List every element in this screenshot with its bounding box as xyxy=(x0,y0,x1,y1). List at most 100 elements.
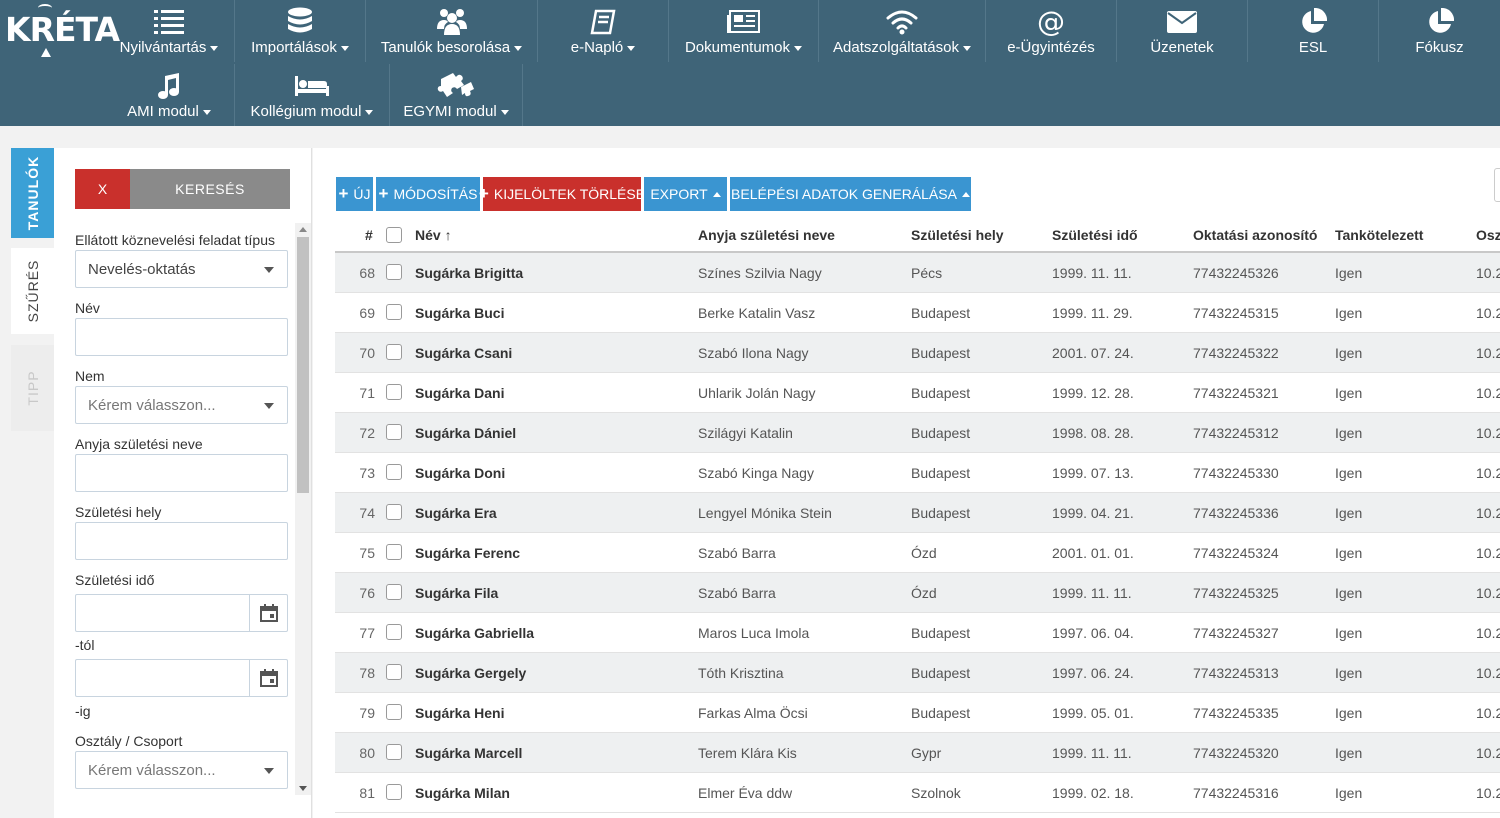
cell-nev[interactable]: Sugárka Milan xyxy=(415,785,510,801)
export-button[interactable]: EXPORT xyxy=(644,177,727,211)
new-button[interactable]: + ÚJ xyxy=(336,177,373,211)
filter-scrollbar[interactable] xyxy=(295,223,311,795)
cell-nev[interactable]: Sugárka Dániel xyxy=(415,425,516,441)
szuletesi-ido-ig-input[interactable] xyxy=(75,659,288,697)
scroll-down-arrow[interactable] xyxy=(299,786,307,791)
nav-item-dokumentumok[interactable]: Dokumentumok xyxy=(669,0,819,62)
row-checkbox[interactable] xyxy=(386,504,402,520)
table-row[interactable]: 72 Sugárka Dániel Szilágyi Katalin Budapest… xyxy=(335,413,1500,453)
cell-nev[interactable]: Sugárka Era xyxy=(415,505,497,521)
row-checkbox[interactable] xyxy=(386,784,402,800)
table-row[interactable]: 80 Sugárka Marcell Terem Klára Kis Gypr 1999… xyxy=(335,733,1500,773)
nav-item-ami-modul[interactable]: AMI modul xyxy=(104,64,235,126)
calendar-icon[interactable] xyxy=(249,595,287,631)
cell-nev[interactable]: Sugárka Buci xyxy=(415,305,504,321)
button-label: EXPORT xyxy=(650,186,708,202)
table-row[interactable]: 68 Sugárka Brigitta Színes Szilvia Nagy Péc… xyxy=(335,253,1500,293)
table-row[interactable]: 75 Sugárka Ferenc Szabó Barra Ózd 2001. 01. … xyxy=(335,533,1500,573)
row-checkbox[interactable] xyxy=(386,344,402,360)
row-checkbox[interactable] xyxy=(386,304,402,320)
cell-nev[interactable]: Sugárka Gabriella xyxy=(415,625,534,641)
col-header-azon[interactable]: Oktatási azonosító xyxy=(1193,227,1317,243)
row-checkbox[interactable] xyxy=(386,704,402,720)
cell-nev[interactable]: Sugárka Marcell xyxy=(415,745,522,761)
cell-nev[interactable]: Sugárka Heni xyxy=(415,705,504,721)
row-checkbox[interactable] xyxy=(386,424,402,440)
scrollbar-thumb[interactable] xyxy=(297,237,309,493)
table-row[interactable]: 79 Sugárka Heni Farkas Alma Öcsi Budapest 19… xyxy=(335,693,1500,733)
delete-selected-button[interactable]: + KIJELÖLTEK TÖRLÉSE xyxy=(479,177,645,211)
col-header-ido[interactable]: Születési idő xyxy=(1052,227,1138,243)
row-checkbox[interactable] xyxy=(386,544,402,560)
clear-filter-button[interactable]: X xyxy=(75,169,130,209)
col-header-anyja[interactable]: Anyja születési neve xyxy=(698,227,835,243)
szuletesi-hely-input[interactable] xyxy=(75,522,288,560)
side-tab-szures[interactable]: SZŰRÉS xyxy=(11,248,54,334)
nav-item-fokusz[interactable]: Fókusz xyxy=(1379,0,1500,62)
feladat-tipus-select[interactable]: Nevelés-oktatás xyxy=(75,250,288,288)
col-header-nev[interactable]: Név ↑ xyxy=(415,227,452,243)
table-row[interactable]: 77 Sugárka Gabriella Maros Luca Imola Budap… xyxy=(335,613,1500,653)
table-row[interactable]: 81 Sugárka Milan Elmer Éva ddw Szolnok 1999.… xyxy=(335,773,1500,813)
nav-item-esl[interactable]: ESL xyxy=(1248,0,1379,62)
toolbar-right-control[interactable] xyxy=(1494,168,1500,202)
nav-item-importalasok[interactable]: Importálások xyxy=(235,0,366,62)
nev-input[interactable] xyxy=(75,318,288,356)
cell-nev[interactable]: Sugárka Brigitta xyxy=(415,265,523,281)
modify-button[interactable]: + MÓDOSÍTÁS xyxy=(376,177,480,211)
table-row[interactable]: 73 Sugárka Doni Szabó Kinga Nagy Budapest 19… xyxy=(335,453,1500,493)
nav-label: EGYMI modul xyxy=(403,103,497,120)
nem-select[interactable]: Kérem válasszon... xyxy=(75,386,288,424)
search-button[interactable]: KERESÉS xyxy=(130,169,290,209)
chevron-down-icon xyxy=(264,768,274,774)
col-header-osztaly[interactable]: Osz xyxy=(1476,227,1500,243)
nav-item-egymi-modul[interactable]: EGYMI modul xyxy=(390,64,523,126)
row-checkbox[interactable] xyxy=(386,664,402,680)
row-checkbox[interactable] xyxy=(386,384,402,400)
select-all-checkbox[interactable] xyxy=(386,227,402,243)
osztaly-select[interactable]: Kérem válasszon... xyxy=(75,751,288,789)
nav-item-kollegium-modul[interactable]: Kollégium modul xyxy=(235,64,390,126)
side-tab-tipp[interactable]: TIPP xyxy=(11,345,54,431)
puzzle-icon xyxy=(390,71,522,101)
cell-azonosito: 77432245316 xyxy=(1193,785,1279,801)
nav-item-uzenetek[interactable]: Üzenetek xyxy=(1117,0,1248,62)
cell-tankotelezett: Igen xyxy=(1335,785,1363,801)
nav-item-tanulok-besorolasa[interactable]: Tanulók besorolása xyxy=(366,0,538,62)
cell-nev[interactable]: Sugárka Dani xyxy=(415,385,504,401)
row-checkbox[interactable] xyxy=(386,624,402,640)
row-checkbox[interactable] xyxy=(386,584,402,600)
chevron-down-icon xyxy=(202,109,211,115)
scroll-up-arrow[interactable] xyxy=(299,227,307,232)
nav-item-e-naplo[interactable]: e-Napló xyxy=(538,0,669,62)
calendar-icon[interactable] xyxy=(249,660,287,696)
pie-chart-icon xyxy=(1379,7,1500,37)
nav-item-e-ugyintezes[interactable]: @ e-Ügyintézés xyxy=(986,0,1117,62)
cell-nev[interactable]: Sugárka Csani xyxy=(415,345,512,361)
table-row[interactable]: 74 Sugárka Era Lengyel Mónika Stein Budapes… xyxy=(335,493,1500,533)
kreta-logo[interactable]: KRÉTA xyxy=(0,0,120,60)
col-header-hely[interactable]: Születési hely xyxy=(911,227,1004,243)
table-row[interactable]: 71 Sugárka Dani Uhlarik Jolán Nagy Budapest… xyxy=(335,373,1500,413)
nav-item-nyilvantartas[interactable]: Nyilvántartás xyxy=(104,0,235,62)
col-header-tanko[interactable]: Tankötelezett xyxy=(1335,227,1423,243)
row-checkbox[interactable] xyxy=(386,744,402,760)
table-row[interactable]: 76 Sugárka Fila Szabó Barra Ózd 1999. 11. 11… xyxy=(335,573,1500,613)
cell-nev[interactable]: Sugárka Doni xyxy=(415,465,505,481)
nav-item-adatszolgaltatasok[interactable]: Adatszolgáltatások xyxy=(819,0,986,62)
generate-login-button[interactable]: BELÉPÉSI ADATOK GENERÁLÁSA xyxy=(730,177,971,211)
table-row[interactable]: 69 Sugárka Buci Berke Katalin Vasz Budapest… xyxy=(335,293,1500,333)
szuletesi-ido-tol-input[interactable] xyxy=(75,594,288,632)
cell-nev[interactable]: Sugárka Ferenc xyxy=(415,545,520,561)
side-tab-tanulok[interactable]: TANULÓK xyxy=(11,148,54,238)
cell-tankotelezett: Igen xyxy=(1335,305,1363,321)
row-checkbox[interactable] xyxy=(386,464,402,480)
table-row[interactable]: 78 Sugárka Gergely Tóth Krisztina Budapest 1… xyxy=(335,653,1500,693)
table-row[interactable]: 70 Sugárka Csani Szabó Ilona Nagy Budapest 2… xyxy=(335,333,1500,373)
cell-anyja: Tóth Krisztina xyxy=(698,665,784,681)
anyja-input[interactable] xyxy=(75,454,288,492)
cell-nev[interactable]: Sugárka Gergely xyxy=(415,665,526,681)
row-checkbox[interactable] xyxy=(386,264,402,280)
cell-anyja: Elmer Éva ddw xyxy=(698,785,793,801)
cell-nev[interactable]: Sugárka Fila xyxy=(415,585,498,601)
